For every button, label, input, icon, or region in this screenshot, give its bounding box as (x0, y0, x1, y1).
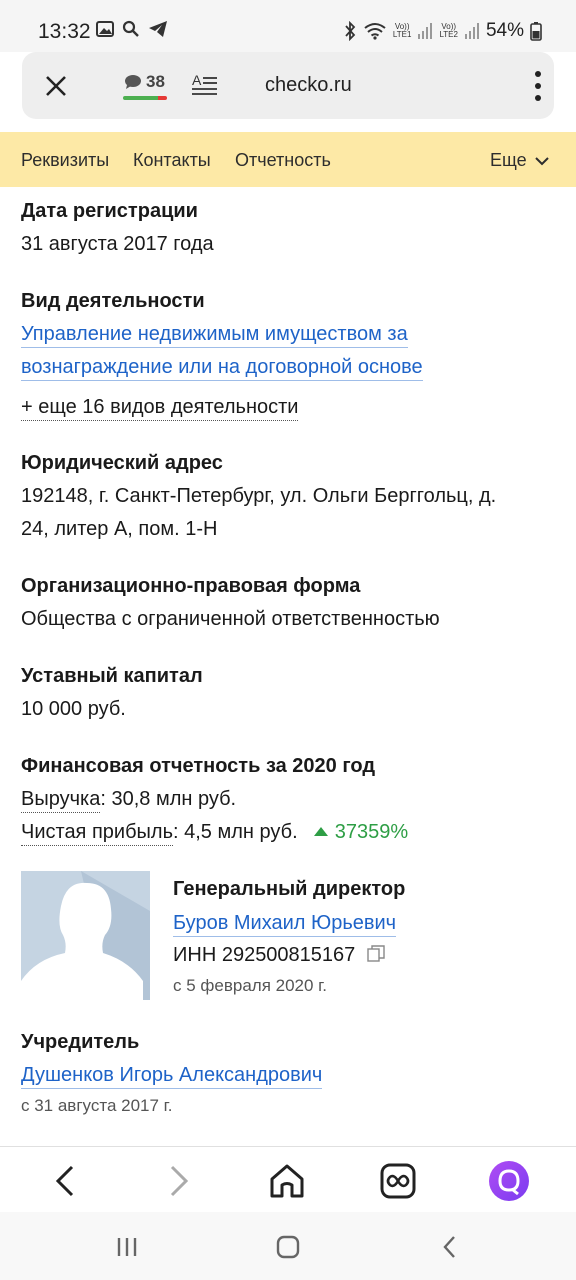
profit-growth: 37359% (313, 821, 408, 843)
avatar (21, 871, 150, 1000)
alice-icon (498, 1169, 520, 1196)
founder-label: Учредитель (21, 1031, 140, 1053)
wifi-icon (364, 23, 386, 40)
nav-more-button[interactable]: Еще (490, 150, 549, 171)
comments-button[interactable]: 38 (124, 72, 165, 92)
revenue-label[interactable]: Выручка (21, 788, 101, 813)
telegram-icon (149, 21, 167, 37)
capital-label: Уставный капитал (21, 665, 203, 687)
registration-date-value: 31 августа 2017 года (21, 233, 214, 255)
reader-mode-icon[interactable]: A (192, 72, 218, 98)
founder-name[interactable]: Душенков Игорь Александрович (21, 1064, 323, 1089)
address-label: Юридический адрес (21, 452, 223, 474)
address-line1: 192148, г. Санкт-Петербург, ул. Ольги Бе… (21, 485, 497, 507)
browser-toolbar (0, 1146, 576, 1212)
legal-form-value: Общества с ограниченной ответственностью (21, 608, 440, 630)
arrow-up-icon (314, 827, 329, 836)
copy-icon[interactable] (367, 945, 385, 963)
activity-link[interactable]: Управление недвижимым имуществом за возн… (21, 318, 423, 384)
home-icon[interactable] (269, 1163, 305, 1199)
sim1-indicator: Vo)) LTE1 (392, 22, 412, 39)
legal-form-label: Организационно-правовая форма (21, 575, 361, 597)
sim2-indicator: Vo)) LTE2 (439, 22, 458, 39)
comments-count: 38 (146, 72, 165, 91)
profit-row: Чистая прибыль: 4,5 млн руб. 37359% (21, 816, 408, 849)
browser-address-bar: 38 A checko.ru (22, 52, 554, 119)
signal-icon (464, 23, 479, 39)
tabs-icon[interactable] (380, 1163, 416, 1199)
director-name[interactable]: Буров Михаил Юрьевич (173, 912, 397, 937)
nav-more-label: Еще (490, 150, 527, 170)
chevron-down-icon (534, 156, 549, 165)
comment-icon (125, 75, 141, 89)
recent-apps-icon[interactable] (114, 1234, 140, 1260)
home-button-icon[interactable] (275, 1234, 301, 1260)
founder-since: с 31 августа 2017 г. (21, 1096, 173, 1115)
comments-rating-bar (123, 96, 167, 100)
svg-text:A: A (192, 72, 202, 88)
profit-growth-value: 37359% (334, 821, 409, 843)
more-vertical-icon[interactable] (534, 70, 542, 102)
nav-item-requisites[interactable]: Реквизиты (21, 150, 109, 171)
director-name-link[interactable]: Буров Михаил Юрьевич (173, 907, 397, 940)
address-line2: 24, литер А, пом. 1-Н (21, 518, 218, 540)
signal-icon (418, 23, 433, 39)
director-inn: ИНН 292500815167 (173, 944, 356, 966)
founder-name-link[interactable]: Душенков Игорь Александрович (21, 1059, 323, 1092)
back-icon[interactable] (48, 1163, 84, 1199)
person-placeholder-icon (21, 871, 150, 1000)
activity-label: Вид деятельности (21, 290, 205, 312)
nav-item-contacts[interactable]: Контакты (133, 150, 211, 171)
profit-label[interactable]: Чистая прибыль (21, 821, 173, 846)
address-value: 192148, г. Санкт-Петербург, ул. Ольги Бе… (21, 480, 496, 546)
status-system-icons: Vo)) LTE1 Vo)) LTE2 54% (343, 20, 542, 42)
activity-more-link[interactable]: + еще 16 видов деятельности (21, 391, 299, 424)
finance-label: Финансовая отчетность за 2020 год (21, 755, 376, 777)
nav-item-reports[interactable]: Отчетность (235, 150, 331, 171)
status-bar: 13:32 Vo)) LTE1 Vo)) LTE2 54% (0, 0, 576, 52)
activity-link-line1[interactable]: Управление недвижимым имуществом за (21, 323, 408, 348)
address-domain[interactable]: checko.ru (265, 74, 352, 97)
close-icon[interactable] (44, 74, 68, 98)
android-nav-bar (0, 1212, 576, 1280)
battery-percent: 54% (485, 20, 524, 41)
revenue-value: : 30,8 млн руб. (100, 788, 237, 810)
capital-value: 10 000 руб. (21, 698, 126, 720)
director-inn-row: ИНН 292500815167 (173, 939, 385, 972)
status-notification-icons (96, 20, 168, 38)
director-since: с 5 февраля 2020 г. (173, 976, 328, 995)
profit-value: : 4,5 млн руб. (173, 821, 298, 843)
revenue-row: Выручка: 30,8 млн руб. (21, 783, 236, 816)
search-icon (122, 20, 139, 37)
forward-icon[interactable] (160, 1163, 196, 1199)
activity-more-text[interactable]: + еще 16 видов деятельности (21, 396, 299, 421)
battery-icon (530, 22, 542, 41)
site-section-nav: Реквизиты Контакты Отчетность Еще (0, 132, 576, 187)
director-role: Генеральный директор (173, 878, 406, 900)
gallery-icon (96, 21, 114, 37)
bluetooth-icon (345, 21, 356, 41)
status-time: 13:32 (38, 20, 91, 43)
registration-date-label: Дата регистрации (21, 200, 198, 222)
alice-assistant-button[interactable] (489, 1161, 529, 1201)
activity-link-line2[interactable]: вознаграждение или на договорной основе (21, 356, 423, 381)
system-back-icon[interactable] (437, 1234, 463, 1260)
